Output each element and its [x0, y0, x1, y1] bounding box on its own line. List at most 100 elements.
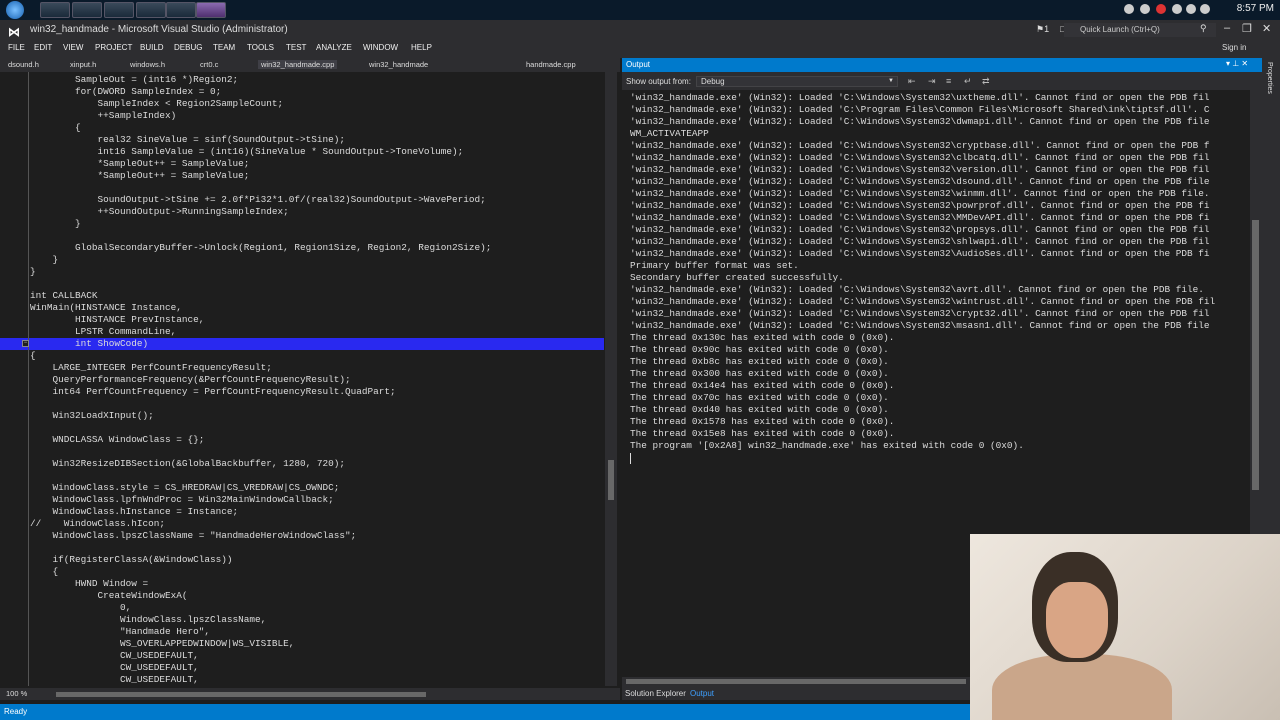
output-pane-title: Output — [626, 60, 651, 69]
tab-output[interactable]: Output — [690, 689, 714, 698]
code-line: } — [30, 218, 81, 229]
output-line: 'win32_handmade.exe' (Win32): Loaded 'C:… — [630, 104, 1210, 115]
output-line: 'win32_handmade.exe' (Win32): Loaded 'C:… — [630, 140, 1210, 151]
code-line: } — [30, 254, 59, 265]
tab-crt0-c[interactable]: crt0.c — [200, 60, 218, 69]
taskbar-app-4[interactable] — [136, 2, 166, 18]
output-line: The program '[0x2A8] win32_handmade.exe'… — [630, 440, 1024, 451]
output-line: 'win32_handmade.exe' (Win32): Loaded 'C:… — [630, 248, 1210, 259]
editor-scroll-thumb[interactable] — [608, 460, 614, 500]
properties-tab[interactable]: Properties — [1266, 62, 1273, 94]
output-line: 'win32_handmade.exe' (Win32): Loaded 'C:… — [630, 320, 1210, 331]
menu-team[interactable]: TEAM — [213, 43, 235, 52]
output-line: 'win32_handmade.exe' (Win32): Loaded 'C:… — [630, 116, 1210, 127]
search-icon[interactable]: ⚲ — [1200, 23, 1207, 34]
output-line: The thread 0x15e8 has exited with code 0… — [630, 428, 895, 439]
tab-win32-handmade-cpp[interactable]: win32_handmade.cpp — [258, 60, 338, 69]
taskbar-app-3[interactable] — [104, 2, 134, 18]
tray-icon-1[interactable] — [1124, 4, 1134, 14]
show-output-from-label: Show output from: — [626, 77, 691, 86]
start-button[interactable] — [6, 1, 24, 19]
output-pane-controls[interactable]: ▾ ⊥ ✕ — [1226, 59, 1248, 68]
output-line: 'win32_handmade.exe' (Win32): Loaded 'C:… — [630, 284, 1204, 295]
taskbar-app-5[interactable] — [166, 2, 196, 18]
code-line: int CALLBACK — [30, 290, 98, 301]
output-scroll-thumb[interactable] — [1252, 220, 1259, 490]
menu-window[interactable]: WINDOW — [363, 43, 398, 52]
tab-windows-h[interactable]: windows.h — [130, 60, 165, 69]
code-line: Win32ResizeDIBSection(&GlobalBackbuffer,… — [30, 458, 346, 469]
output-horizontal-scroll-thumb[interactable] — [626, 679, 966, 684]
taskbar-app-visual-studio[interactable] — [196, 2, 226, 18]
tab-win32-handmade[interactable]: win32_handmade — [369, 60, 428, 69]
toggle-wrap-icon[interactable]: ⇄ — [982, 76, 992, 86]
menu-debug[interactable]: DEBUG — [174, 43, 202, 52]
code-line: { — [30, 350, 36, 361]
menu-tools[interactable]: TOOLS — [247, 43, 274, 52]
tray-icon-6[interactable] — [1200, 4, 1210, 14]
code-editor[interactable]: SampleOut = (int16 *)Region2; for(DWORD … — [0, 72, 604, 686]
clock[interactable]: 8:57 PM — [1237, 3, 1274, 14]
notifications-icon[interactable]: ⚑1 — [1036, 24, 1049, 35]
code-line: WindowClass.lpszClassName, — [30, 614, 267, 625]
tab-xinput-h[interactable]: xinput.h — [70, 60, 96, 69]
fold-marker-icon[interactable]: − — [22, 340, 29, 347]
tab-handmade-cpp[interactable]: handmade.cpp — [526, 60, 576, 69]
output-source-value: Debug — [701, 77, 725, 86]
taskbar-app-1[interactable] — [40, 2, 70, 18]
code-line: ++SoundOutput->RunningSampleIndex; — [30, 206, 289, 217]
menu-view[interactable]: VIEW — [63, 43, 83, 52]
editor-gutter — [28, 72, 29, 686]
menu-project[interactable]: PROJECT — [95, 43, 132, 52]
menu-analyze[interactable]: ANALYZE — [316, 43, 352, 52]
word-wrap-icon[interactable]: ↵ — [964, 76, 974, 86]
next-message-icon[interactable]: ⇥ — [928, 76, 938, 86]
clear-all-icon[interactable]: ≡ — [946, 76, 956, 86]
output-line: The thread 0xb8c has exited with code 0 … — [630, 356, 889, 367]
minimize-icon[interactable]: – — [1224, 22, 1230, 34]
zoom-level[interactable]: 100 % — [6, 689, 27, 698]
menu-build[interactable]: BUILD — [140, 43, 164, 52]
tab-solution-explorer[interactable]: Solution Explorer — [625, 689, 686, 698]
output-line: 'win32_handmade.exe' (Win32): Loaded 'C:… — [630, 164, 1210, 175]
output-line: 'win32_handmade.exe' (Win32): Loaded 'C:… — [630, 296, 1216, 307]
menu-test[interactable]: TEST — [286, 43, 306, 52]
menu-edit[interactable]: EDIT — [34, 43, 52, 52]
maximize-icon[interactable]: ❐ — [1242, 22, 1252, 35]
tray-icon-3[interactable] — [1156, 4, 1166, 14]
code-line: SampleIndex < Region2SampleCount; — [30, 98, 284, 109]
code-line: ++SampleIndex) — [30, 110, 177, 121]
sign-in-link[interactable]: Sign in — [1222, 43, 1246, 52]
editor-horizontal-scroll-thumb[interactable] — [56, 692, 426, 697]
menu-help[interactable]: HELP — [411, 43, 432, 52]
output-pane-header — [622, 58, 1262, 72]
code-line: *SampleOut++ = SampleValue; — [30, 158, 250, 169]
code-line: WinMain(HINSTANCE Instance, — [30, 302, 182, 313]
tray-icon-2[interactable] — [1140, 4, 1150, 14]
code-line: QueryPerformanceFrequency(&PerfCountFreq… — [30, 374, 351, 385]
output-line: Secondary buffer created successfully. — [630, 272, 844, 283]
output-line: 'win32_handmade.exe' (Win32): Loaded 'C:… — [630, 200, 1210, 211]
webcam-person-body — [992, 654, 1172, 720]
tray-icon-5[interactable] — [1186, 4, 1196, 14]
menu-file[interactable]: FILE — [8, 43, 25, 52]
tab-dsound-h[interactable]: dsound.h — [8, 60, 39, 69]
window-title: win32_handmade - Microsoft Visual Studio… — [30, 24, 288, 35]
close-icon[interactable]: ✕ — [1262, 22, 1271, 35]
output-source-dropdown[interactable]: Debug ▼ — [696, 76, 898, 87]
output-line: 'win32_handmade.exe' (Win32): Loaded 'C:… — [630, 152, 1210, 163]
code-line: Win32LoadXInput(); — [30, 410, 154, 421]
output-line: WM_ACTIVATEAPP — [630, 128, 709, 139]
code-line: int16 SampleValue = (int16)(SineValue * … — [30, 146, 464, 157]
quick-launch-input[interactable]: Quick Launch (Ctrl+Q) — [1064, 23, 1216, 37]
editor-vertical-scrollbar[interactable] — [605, 72, 617, 686]
tray-icon-4[interactable] — [1172, 4, 1182, 14]
taskbar-app-2[interactable] — [72, 2, 102, 18]
output-line: Primary buffer format was set. — [630, 260, 799, 271]
find-message-icon[interactable]: ⇤ — [908, 76, 918, 86]
output-line: The thread 0x14e4 has exited with code 0… — [630, 380, 895, 391]
code-line: CreateWindowExA( — [30, 590, 188, 601]
